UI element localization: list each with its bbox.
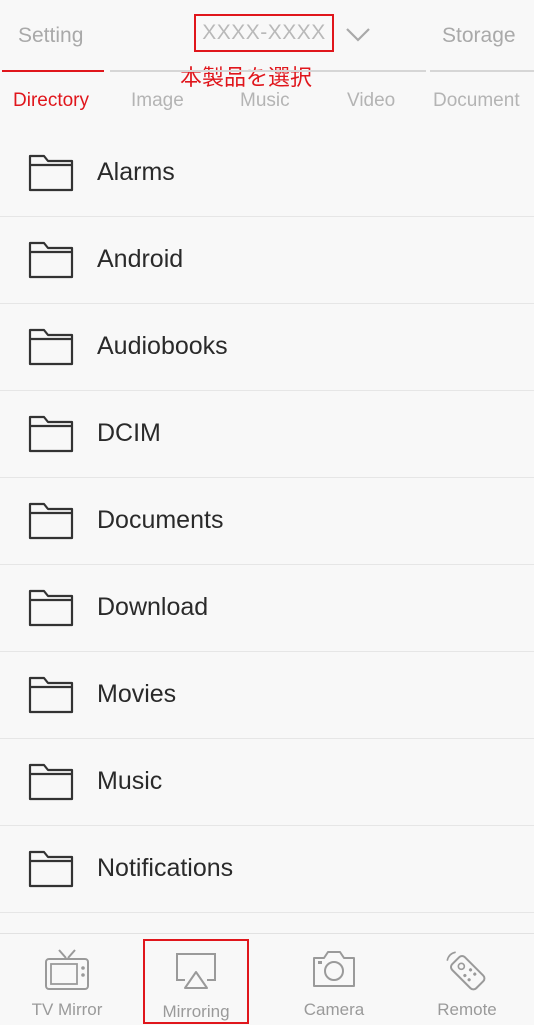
nav-remote[interactable]: Remote [400,934,534,1025]
tab-divider-line [110,70,426,72]
remote-icon [446,951,486,991]
folder-icon [28,241,74,279]
storage-button[interactable]: Storage [442,24,516,48]
folder-name: Notifications [97,854,234,882]
list-item[interactable]: Movies [0,652,534,739]
folder-icon [28,850,74,888]
device-name: XXXX-XXXX [202,21,326,44]
folder-name: Download [97,593,209,621]
bottom-navigation: TV Mirror Mirroring Camera Remote [0,933,534,1025]
list-item[interactable]: Alarms [0,130,534,217]
camera-icon [313,951,355,987]
device-selector[interactable]: XXXX-XXXX [194,14,334,52]
folder-icon [28,502,74,540]
list-item[interactable]: Android [0,217,534,304]
tab-indicator-directory [2,70,104,72]
folder-icon [28,415,74,453]
list-item[interactable]: Audiobooks [0,304,534,391]
nav-label: Remote [437,1000,497,1019]
tab-image[interactable]: Image [131,90,184,112]
nav-mirroring[interactable]: Mirroring [143,939,249,1024]
list-item[interactable]: Notifications [0,826,534,913]
nav-tv-mirror[interactable]: TV Mirror [0,934,134,1025]
list-item[interactable]: DCIM [0,391,534,478]
folder-icon [28,676,74,714]
tab-video[interactable]: Video [347,90,395,112]
nav-camera[interactable]: Camera [267,934,401,1025]
list-item[interactable]: Documents [0,478,534,565]
airplay-icon [176,953,216,989]
chevron-down-icon[interactable] [345,27,371,43]
folder-name: Music [97,767,163,795]
nav-label: Camera [303,1000,365,1019]
list-item-partial[interactable] [0,913,534,933]
folder-icon [28,154,74,192]
tab-document[interactable]: Document [433,90,520,112]
tab-divider-line [430,70,534,72]
folder-name: Documents [97,506,224,534]
tab-music[interactable]: Music [240,90,290,112]
folder-list: Alarms Android Audiobooks DCIM Documents… [0,130,534,933]
folder-icon [28,763,74,801]
folder-icon [28,589,74,627]
folder-name: Alarms [97,158,175,186]
tab-directory[interactable]: Directory [13,90,89,112]
folder-name: Movies [97,680,177,708]
nav-label: Mirroring [162,1002,230,1021]
list-item[interactable]: Download [0,565,534,652]
tv-icon [45,949,89,990]
list-item[interactable]: Music [0,739,534,826]
select-device-annotation: 本製品を選択 [180,65,313,90]
folder-name: Audiobooks [97,332,228,360]
folder-name: Android [97,245,184,273]
folder-name: DCIM [97,419,161,447]
setting-button[interactable]: Setting [18,24,83,48]
nav-label: TV Mirror [31,1000,103,1019]
folder-icon [28,328,74,366]
